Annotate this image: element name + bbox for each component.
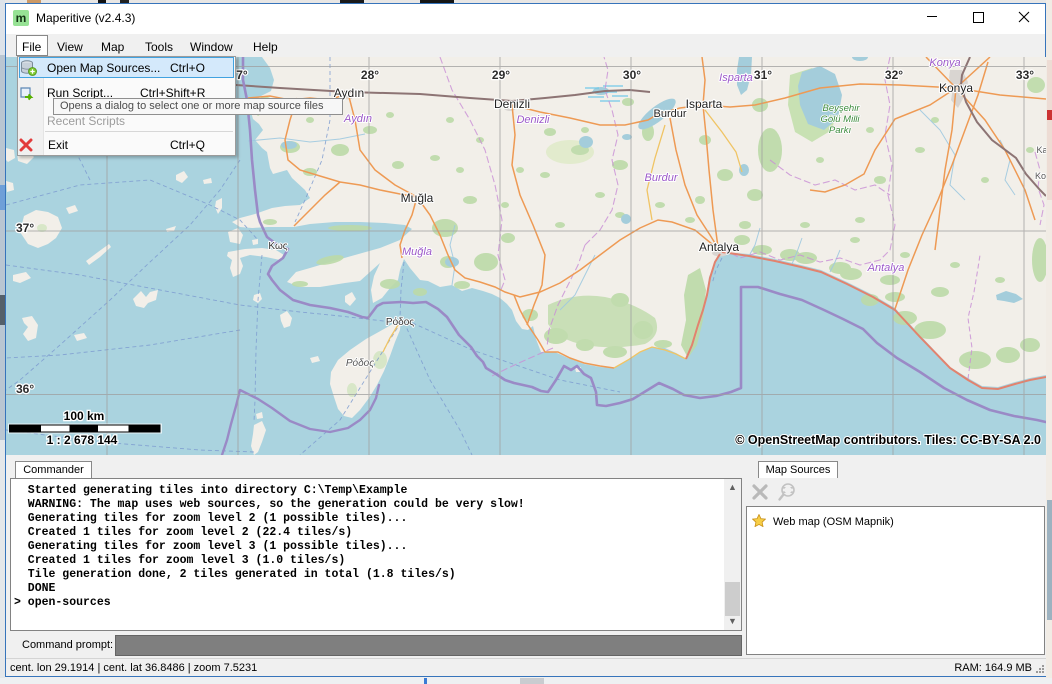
svg-text:29°: 29°	[492, 68, 510, 82]
svg-text:Muğla: Muğla	[402, 246, 432, 258]
svg-text:Gölü Milli: Gölü Milli	[820, 114, 860, 125]
svg-text:Parkı: Parkı	[829, 125, 852, 136]
svg-text:Antalya: Antalya	[699, 240, 739, 254]
svg-text:Isparta: Isparta	[719, 72, 753, 84]
svg-text:32°: 32°	[885, 68, 903, 82]
svg-text:Κως: Κως	[268, 241, 287, 252]
svg-text:7°: 7°	[236, 68, 248, 82]
svg-text:100 km: 100 km	[64, 409, 105, 423]
svg-text:Burdur: Burdur	[644, 172, 678, 184]
svg-text:Beyşehir: Beyşehir	[823, 103, 861, 114]
svg-text:1 : 2 678 144: 1 : 2 678 144	[47, 433, 118, 447]
svg-text:Antalya: Antalya	[867, 262, 905, 274]
svg-text:Kon: Kon	[1035, 171, 1046, 181]
svg-text:36°: 36°	[16, 382, 34, 396]
svg-text:28°: 28°	[361, 68, 379, 82]
svg-text:Denizli: Denizli	[494, 97, 530, 111]
svg-text:30°: 30°	[623, 68, 641, 82]
svg-text:Ρόδος: Ρόδος	[346, 357, 374, 369]
svg-text:Konya: Konya	[929, 57, 960, 69]
svg-text:37°: 37°	[16, 221, 34, 235]
svg-text:Aydın: Aydın	[343, 113, 372, 125]
svg-text:Isparta: Isparta	[686, 97, 723, 111]
svg-text:33°: 33°	[1016, 68, 1034, 82]
svg-text:Konya: Konya	[939, 81, 973, 95]
svg-text:31°: 31°	[754, 68, 772, 82]
svg-text:© OpenStreetMap contributors.: © OpenStreetMap contributors. Tiles: CC-…	[735, 433, 1041, 447]
svg-text:Muğla: Muğla	[401, 191, 434, 205]
svg-text:Burdur: Burdur	[653, 108, 686, 120]
svg-text:Ka: Ka	[1036, 145, 1046, 155]
svg-text:Ρόδος: Ρόδος	[386, 316, 414, 328]
svg-text:Denizli: Denizli	[516, 114, 550, 126]
